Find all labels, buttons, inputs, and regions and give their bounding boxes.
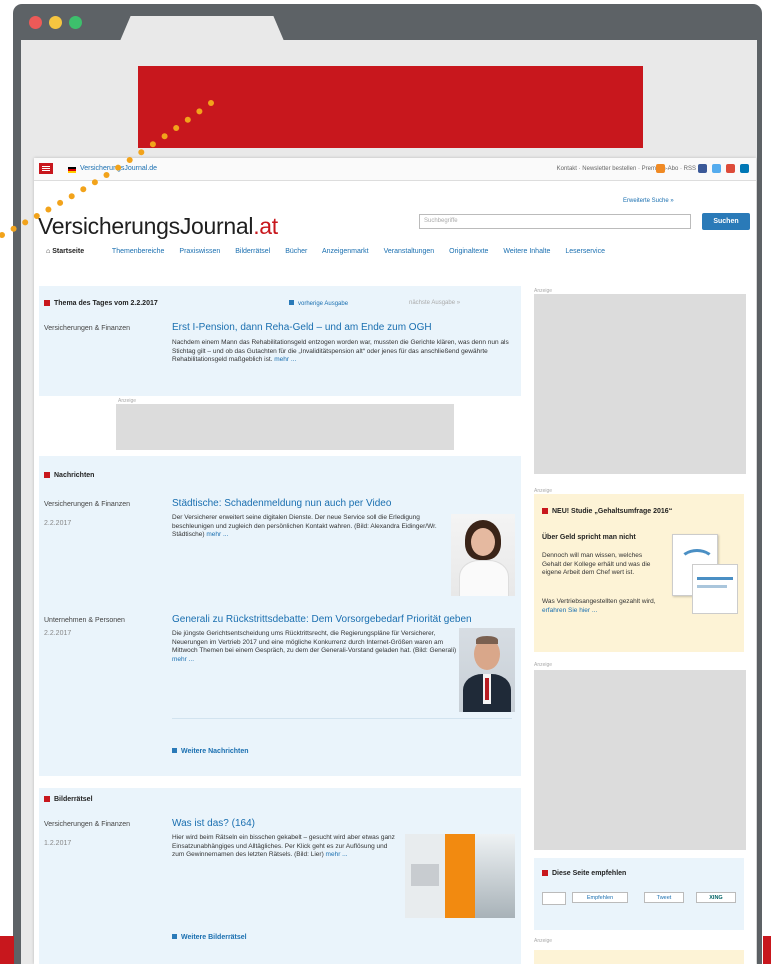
googleplus-icon[interactable] <box>726 164 735 173</box>
news-2-headline[interactable]: Generali zu Rückstrittsdebatte: Dem Vors… <box>172 614 472 625</box>
studie-subtitle: Über Geld spricht man nicht <box>542 534 636 541</box>
raetsel-headline[interactable]: Was ist das? (164) <box>172 818 255 829</box>
news-2-date: 2.2.2017 <box>44 630 72 637</box>
twitter-icon[interactable] <box>712 164 721 173</box>
news-2-body: Die jüngste Gerichtsentscheidung ums Rüc… <box>172 630 457 663</box>
more-raetsel-link[interactable]: Weitere Bilderrätsel <box>172 934 247 941</box>
nav-buecher[interactable]: Bücher <box>285 248 307 255</box>
news-2-photo[interactable] <box>459 628 515 712</box>
studie-body: Dennoch will man wissen, welches Gehalt … <box>542 552 651 576</box>
studie-box[interactable]: NEU! Studie „Gehaltsumfrage 2016“ Über G… <box>534 494 744 652</box>
thema-category: Versicherungen & Finanzen <box>44 325 130 332</box>
studie-body-2: Was Vertriebsangestellten gezahlt wird, … <box>542 598 656 614</box>
menu-icon[interactable] <box>39 163 53 174</box>
news-1-photo[interactable] <box>451 514 515 596</box>
nav-praxiswissen[interactable]: Praxiswissen <box>179 248 220 255</box>
maximize-window-icon[interactable] <box>69 16 82 29</box>
news-2-category: Unternehmen & Personen <box>44 617 125 624</box>
sidebar-ad-label-3: Anzeige <box>534 662 553 668</box>
news-divider <box>172 718 512 719</box>
nav-themenbereiche[interactable]: Themenbereiche <box>112 248 165 255</box>
site-logo[interactable]: VersicherungsJournal.at <box>38 213 278 240</box>
xing-button[interactable]: XING <box>696 892 736 903</box>
nav-startseite[interactable]: ⌂ Startseite <box>46 248 97 255</box>
news-1-body: Der Versicherer erweitert seine digitale… <box>172 514 437 538</box>
top-links[interactable]: Kontakt · Newsletter bestellen · Premium… <box>557 166 696 172</box>
raetsel-header: Bilderrätsel <box>44 796 93 803</box>
sidebar-ad-label-4: Anzeige <box>534 938 553 944</box>
empfehlen-box: Diese Seite empfehlen Empfehlen Tweet XI… <box>534 858 744 930</box>
studie-link[interactable]: erfahren Sie hier ... <box>542 607 597 614</box>
search-button[interactable]: Suchen <box>702 213 750 230</box>
thema-more-link[interactable]: mehr ... <box>274 356 296 363</box>
linkedin-icon[interactable] <box>740 164 749 173</box>
nachrichten-header: Nachrichten <box>44 472 94 479</box>
bilderraetsel-box: Bilderrätsel Versicherungen & Finanzen 1… <box>39 788 521 964</box>
prev-edition-link[interactable]: vorherige Ausgabe <box>289 300 348 307</box>
news-1-headline[interactable]: Städtische: Schadenmeldung nun auch per … <box>172 498 391 509</box>
tweet-button[interactable]: Tweet <box>644 892 684 903</box>
nav-bilderraetsel[interactable]: Bilderrätsel <box>235 248 270 255</box>
thema-body: Nachdem einem Mann das Rehabilitationsge… <box>172 339 509 363</box>
studie-title: NEU! Studie „Gehaltsumfrage 2016“ <box>542 508 672 515</box>
sidebar-ad-1[interactable] <box>534 294 746 474</box>
red-banner-block <box>138 66 643 148</box>
rss-icon[interactable] <box>656 164 665 173</box>
sidebar-bottom-box <box>534 950 744 964</box>
logo-tld: .at <box>253 213 278 239</box>
more-news-link[interactable]: Weitere Nachrichten <box>172 748 249 755</box>
search-input[interactable]: Suchbegriffe <box>419 214 691 229</box>
raetsel-date: 1.2.2017 <box>44 840 72 847</box>
pointer-dot <box>0 232 5 238</box>
red-edge-left <box>0 936 14 964</box>
raetsel-more-link[interactable]: mehr ... <box>326 851 348 858</box>
next-edition-link[interactable]: nächste Ausgabe » <box>409 300 460 306</box>
red-edge-right <box>763 936 771 964</box>
empfehlen-title: Diese Seite empfehlen <box>542 870 626 877</box>
studie-cover-image-2 <box>692 564 738 614</box>
nachrichten-box: Nachrichten Versicherungen & Finanzen 2.… <box>39 456 521 776</box>
website-page: VersicherungsJournal.de Kontakt · Newsle… <box>34 158 756 964</box>
close-window-icon[interactable] <box>29 16 42 29</box>
facebook-recommend-button[interactable]: Empfehlen <box>572 892 628 903</box>
de-site-link[interactable]: VersicherungsJournal.de <box>80 165 157 172</box>
raetsel-photo[interactable] <box>405 834 515 918</box>
thema-des-tages-box: Thema des Tages vom 2.2.2017 vorherige A… <box>39 286 521 396</box>
sidebar-ad-2[interactable] <box>534 670 746 850</box>
thema-headline[interactable]: Erst I-Pension, dann Reha-Geld – und am … <box>172 322 432 333</box>
nav-veranstaltungen[interactable]: Veranstaltungen <box>384 248 435 255</box>
logo-main: VersicherungsJournal <box>38 213 254 239</box>
thema-header: Thema des Tages vom 2.2.2017 <box>44 300 158 307</box>
german-flag-icon <box>68 167 76 173</box>
minimize-window-icon[interactable] <box>49 16 62 29</box>
nav-originaltexte[interactable]: Originaltexte <box>449 248 488 255</box>
news-1-date: 2.2.2017 <box>44 520 72 527</box>
nav-weitere-inhalte[interactable]: Weitere Inhalte <box>503 248 550 255</box>
email-icon[interactable] <box>542 892 566 905</box>
news-1-category: Versicherungen & Finanzen <box>44 501 130 508</box>
advanced-search-link[interactable]: Erweiterte Suche » <box>623 198 674 204</box>
main-nav: ⌂ Startseite Themenbereiche Praxiswissen… <box>46 248 746 262</box>
news-1-more-link[interactable]: mehr ... <box>206 531 228 538</box>
news-2-more-link[interactable]: mehr ... <box>172 656 194 663</box>
nav-anzeigenmarkt[interactable]: Anzeigenmarkt <box>322 248 369 255</box>
raetsel-category: Versicherungen & Finanzen <box>44 821 130 828</box>
site-topbar: VersicherungsJournal.de Kontakt · Newsle… <box>34 158 756 181</box>
ad-banner[interactable] <box>116 404 454 450</box>
raetsel-body: Hier wird beim Rätseln ein bisschen geka… <box>172 834 395 858</box>
nav-leserservice[interactable]: Leserservice <box>565 248 605 255</box>
facebook-icon[interactable] <box>698 164 707 173</box>
